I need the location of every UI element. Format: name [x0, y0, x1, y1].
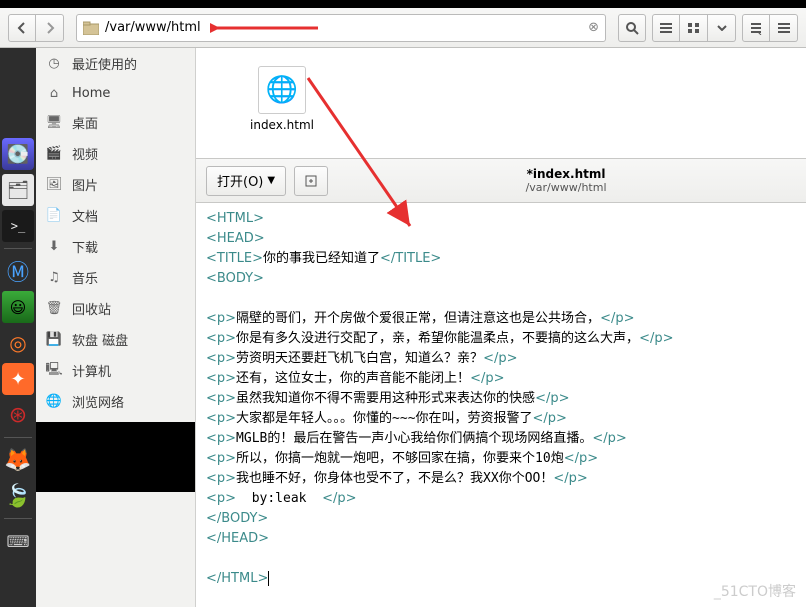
dock-beef-icon[interactable]: ⊛ — [2, 399, 34, 431]
sidebar-item-label: 下载 — [72, 237, 98, 256]
path-bar[interactable]: ⊗ — [76, 14, 606, 42]
sidebar-item-label: 计算机 — [72, 361, 111, 380]
watermark: _51CTO博客 — [714, 581, 796, 601]
desktop-icon: 🖥 — [46, 115, 62, 131]
grid-view-button[interactable] — [680, 14, 708, 42]
editor-body[interactable]: <HTML> <HEAD> <TITLE>你的事我已经知道了</TITLE> <… — [196, 203, 806, 595]
network-icon: 🌐 — [46, 394, 62, 410]
sidebar-item-clock[interactable]: ◷ 最近使用的 — [36, 48, 195, 79]
html-file-icon: 🌐 — [258, 66, 306, 114]
dock-keyboard-icon[interactable]: ⌨ — [2, 525, 34, 557]
sidebar-item-home[interactable]: ⌂ Home — [36, 79, 195, 107]
sidebar-item-music[interactable]: ♫ 音乐 — [36, 262, 195, 293]
file-label: index.html — [250, 118, 314, 132]
folder-icon — [83, 21, 99, 35]
hamburger-button[interactable] — [770, 14, 798, 42]
content-area: 🌐 index.html 打开(O)▼ *index.html /var/www… — [196, 48, 806, 607]
sidebar-item-image[interactable]: 🖼 图片 — [36, 169, 195, 200]
sidebar-item-trash[interactable]: 🗑 回收站 — [36, 293, 195, 324]
sidebar-item-label: 视频 — [72, 144, 98, 163]
dock-disk-icon[interactable]: 💽 — [2, 138, 34, 170]
image-icon: 🖼 — [46, 177, 62, 193]
sidebar-item-label: 图片 — [72, 175, 98, 194]
sidebar-item-label: 浏览网络 — [72, 392, 124, 411]
dock-firefox-icon[interactable]: 🦊 — [2, 444, 34, 476]
floppy-icon: 💾 — [46, 332, 62, 348]
computer-icon: 🖳 — [46, 363, 62, 379]
file-manager-toolbar: ⊗ — [0, 8, 806, 48]
dock: 💽 🗂 >_ Ⓜ 😃 ◎ ✦ ⊛ 🦊 🍃 ⌨ — [0, 48, 36, 607]
sidebar-item-computer[interactable]: 🖳 计算机 — [36, 355, 195, 386]
sidebar-item-label: 文档 — [72, 206, 98, 225]
path-input[interactable] — [105, 20, 582, 35]
dock-files-icon[interactable]: 🗂 — [2, 174, 34, 206]
video-icon: 🎬 — [46, 146, 62, 162]
dock-metasploit-icon[interactable]: Ⓜ — [2, 255, 34, 287]
sidebar-item-floppy[interactable]: 💾 软盘 磁盘 — [36, 324, 195, 355]
clear-icon[interactable]: ⊗ — [588, 20, 599, 35]
open-button[interactable]: 打开(O)▼ — [206, 166, 286, 196]
view-dropdown-button[interactable] — [708, 14, 736, 42]
sidebar-item-label: 音乐 — [72, 268, 98, 287]
back-button[interactable] — [8, 14, 36, 42]
dock-burp-icon[interactable]: ◎ — [2, 327, 34, 359]
editor-title: *index.html — [336, 167, 796, 181]
window-titlebar — [0, 0, 806, 8]
chevron-down-icon: ▼ — [267, 175, 275, 186]
sidebar-item-label: 桌面 — [72, 113, 98, 132]
download-icon: ⬇ — [46, 239, 62, 255]
sidebar-item-label: Home — [72, 86, 110, 101]
editor-toolbar: 打开(O)▼ *index.html /var/www/html — [196, 159, 806, 203]
file-item-index-html[interactable]: 🌐 index.html — [246, 66, 318, 132]
places-sidebar: ◷ 最近使用的 ⌂ Home 🖥 桌面 🎬 视频 🖼 图片 📄 文档 ⬇ 下载 ♫ 音乐 🗑 回收站 💾 软盘 磁盘 🖳… — [36, 48, 196, 607]
sidebar-item-label: 最近使用的 — [72, 54, 137, 73]
sidebar-item-video[interactable]: 🎬 视频 — [36, 138, 195, 169]
editor-subtitle: /var/www/html — [336, 181, 796, 194]
sidebar-item-label: 软盘 磁盘 — [72, 330, 128, 349]
dock-armitage-icon[interactable]: 😃 — [2, 291, 34, 323]
home-icon: ⌂ — [46, 85, 62, 101]
doc-icon: 📄 — [46, 208, 62, 224]
dock-maltego-icon[interactable]: ✦ — [2, 363, 34, 395]
sidebar-item-download[interactable]: ⬇ 下载 — [36, 231, 195, 262]
new-tab-button[interactable] — [294, 166, 328, 196]
dock-leaf-icon[interactable]: 🍃 — [2, 480, 34, 512]
text-editor-window: 打开(O)▼ *index.html /var/www/html <HTML> … — [196, 158, 806, 607]
forward-button[interactable] — [36, 14, 64, 42]
menu-button[interactable] — [742, 14, 770, 42]
sidebar-item-label: 回收站 — [72, 299, 111, 318]
clock-icon: ◷ — [46, 56, 62, 72]
list-view-button[interactable] — [652, 14, 680, 42]
dock-terminal-icon[interactable]: >_ — [2, 210, 34, 242]
trash-icon: 🗑 — [46, 301, 62, 317]
music-icon: ♫ — [46, 270, 62, 286]
sidebar-item-desktop[interactable]: 🖥 桌面 — [36, 107, 195, 138]
sidebar-item-network[interactable]: 🌐 浏览网络 — [36, 386, 195, 417]
sidebar-item-doc[interactable]: 📄 文档 — [36, 200, 195, 231]
search-button[interactable] — [618, 14, 646, 42]
